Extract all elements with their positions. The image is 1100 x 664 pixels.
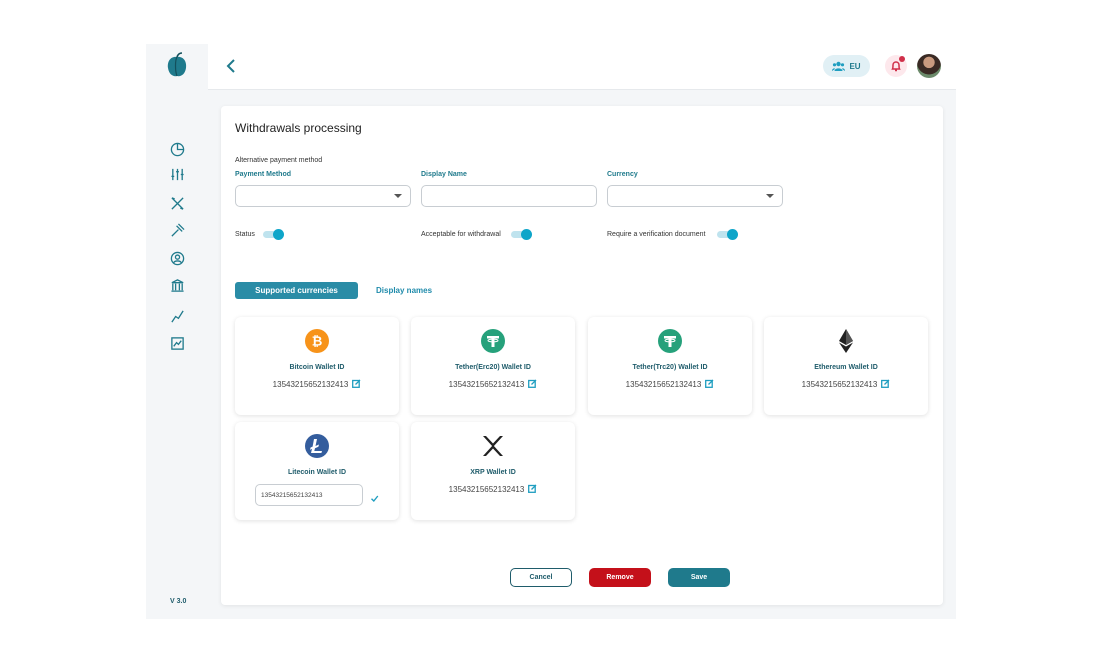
users-group-icon (832, 61, 846, 71)
svg-text:₿: ₿ (312, 334, 323, 349)
back-button[interactable] (224, 56, 238, 76)
acceptable-withdrawal-toggle[interactable] (511, 229, 533, 240)
wallet-name: XRP Wallet ID (470, 469, 516, 476)
hammer-icon[interactable] (168, 221, 186, 239)
display-name-input[interactable] (421, 185, 597, 207)
wallet-card-xrp: XRP Wallet ID 13543215652132413 (411, 422, 575, 520)
notifications-button[interactable] (885, 55, 907, 77)
acceptable-withdrawal-label: Acceptable for withdrawal (421, 231, 501, 238)
save-button[interactable]: Save (668, 568, 730, 587)
chart-icon[interactable] (168, 334, 186, 352)
wallet-id: 13543215652132413 (448, 485, 525, 494)
currency-label: Currency (607, 171, 638, 178)
wallet-card-tether-erc20: Tether(Erc20) Wallet ID 1354321565213241… (411, 317, 575, 415)
wallet-name: Bitcoin Wallet ID (289, 364, 345, 371)
notification-badge (899, 56, 905, 62)
wallet-id-row: 13543215652132413 (411, 484, 575, 494)
wallet-card-ethereum: Ethereum Wallet ID 13543215652132413 (764, 317, 928, 415)
bank-icon[interactable] (168, 276, 186, 294)
cancel-button[interactable]: Cancel (510, 568, 572, 587)
tab-supported-currencies[interactable]: Supported currencies (235, 282, 358, 299)
wallet-card-litecoin: Litecoin Wallet ID 13543215652132413 (235, 422, 399, 520)
wallet-id: 13543215652132413 (801, 380, 878, 389)
wallet-name: Tether(Erc20) Wallet ID (455, 364, 531, 371)
users-icon[interactable] (168, 249, 186, 267)
wallet-id: 13543215652132413 (625, 380, 702, 389)
dashboard-icon[interactable] (168, 140, 186, 158)
logo-icon (167, 52, 187, 77)
analytics-icon[interactable] (168, 307, 186, 325)
page-title: Withdrawals processing (235, 121, 362, 135)
tether-icon (481, 329, 505, 353)
tools-icon[interactable] (168, 194, 186, 212)
app-version: V 3.0 (170, 598, 187, 605)
edit-icon[interactable] (528, 379, 537, 388)
payment-method-label: Payment Method (235, 171, 292, 178)
edit-icon[interactable] (528, 484, 537, 493)
edit-icon[interactable] (705, 379, 714, 388)
edit-icon[interactable] (352, 379, 361, 388)
wallet-card-bitcoin: ₿ Bitcoin Wallet ID 13543215652132413 (235, 317, 399, 415)
ethereum-icon (839, 329, 853, 353)
xrp-icon (483, 436, 503, 456)
section-subtitle: Alternative payment method (235, 157, 323, 164)
tether-icon (658, 329, 682, 353)
payment-method-select[interactable] (235, 185, 411, 207)
chevron-left-icon (226, 59, 235, 73)
wallet-id: 13543215652132413 (448, 380, 525, 389)
wallet-name: Tether(Trc20) Wallet ID (632, 364, 708, 371)
bitcoin-icon: ₿ (305, 329, 329, 353)
wallet-id-row: 13543215652132413 (411, 379, 575, 389)
verification-document-label: Require a verification document (607, 231, 706, 238)
wallet-id-input[interactable]: 13543215652132413 (255, 484, 363, 506)
top-bar: EU (208, 44, 956, 90)
region-selector[interactable]: EU (823, 55, 870, 77)
wallet-id-row: 13543215652132413 (764, 379, 928, 389)
status-label: Status (235, 231, 255, 238)
wallet-name: Litecoin Wallet ID (287, 469, 347, 476)
sidebar: V 3.0 (146, 44, 208, 619)
litecoin-icon (305, 434, 329, 458)
display-name-label: Display Name (421, 171, 467, 178)
user-avatar[interactable] (917, 54, 941, 78)
region-label: EU (849, 61, 861, 71)
chevron-down-icon (766, 194, 774, 198)
wallet-id-row: 13543215652132413 (235, 379, 399, 389)
status-toggle[interactable] (263, 229, 285, 240)
verification-document-toggle[interactable] (717, 229, 739, 240)
tab-display-names[interactable]: Display names (376, 286, 432, 295)
wallet-id: 13543215652132413 (272, 380, 349, 389)
remove-button[interactable]: Remove (589, 568, 651, 587)
wallet-card-tether-trc20: Tether(Trc20) Wallet ID 1354321565213241… (588, 317, 752, 415)
filters-icon[interactable] (168, 165, 186, 183)
currency-select[interactable] (607, 185, 783, 207)
withdrawals-card: Withdrawals processing Alternative payme… (221, 106, 943, 605)
edit-icon[interactable] (881, 379, 890, 388)
app-shell: V 3.0 EU Withdrawals processing Alternat… (146, 44, 956, 619)
wallet-name: Ethereum Wallet ID (814, 364, 878, 371)
chevron-down-icon (394, 194, 402, 198)
wallet-id-row: 13543215652132413 (588, 379, 752, 389)
check-icon[interactable] (370, 490, 379, 503)
